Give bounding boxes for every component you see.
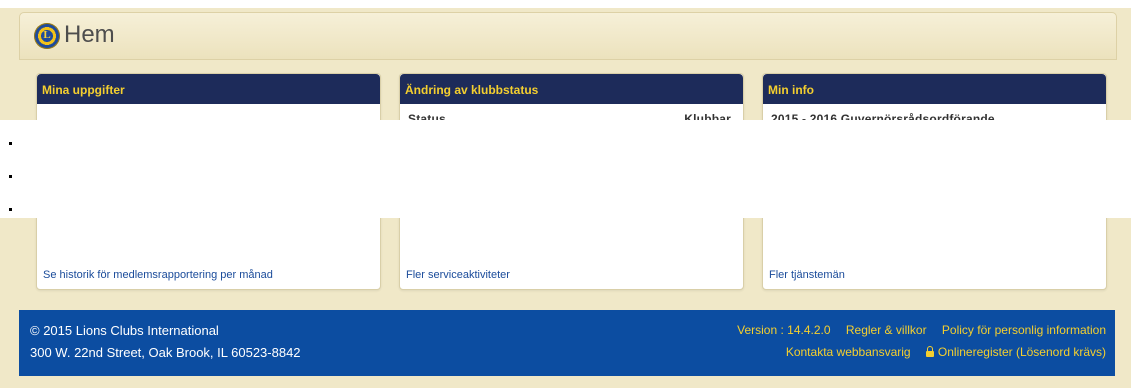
page: L Hem Mina uppgifter Se historik för med… [0, 0, 1131, 388]
more-officers-link[interactable]: Fler tjänstemän [769, 269, 845, 281]
panel-title: Min info [768, 83, 814, 97]
footer-links-row-2: Kontakta webbansvarig Onlineregister (Lö… [774, 345, 1106, 359]
member-report-history-link[interactable]: Se historik för medlemsrapportering per … [43, 269, 273, 281]
version-text: Version : 14.4.2.0 [737, 323, 831, 337]
address-text: 300 W. 22nd Street, Oak Brook, IL 60523-… [30, 345, 301, 360]
panel-header [763, 74, 1106, 104]
page-title: Hem [64, 21, 115, 48]
copyright-text: © 2015 Lions Clubs International [30, 323, 219, 338]
lock-icon [925, 346, 934, 357]
bullet-dot [9, 142, 12, 145]
bullet-dot [9, 175, 12, 178]
footer-links-row-1: Version : 14.4.2.0 Regler & villkor Poli… [725, 323, 1106, 337]
contact-webmaster-link[interactable]: Kontakta webbansvarig [786, 345, 911, 359]
panel-title: Mina uppgifter [42, 83, 125, 97]
bullet-dot [9, 208, 12, 211]
page-header: L Hem [19, 12, 1117, 60]
lions-logo-icon: L [34, 23, 60, 49]
online-registry-wrapper[interactable]: Onlineregister (Lösenord krävs) [925, 345, 1106, 359]
more-service-activities-link[interactable]: Fler serviceaktiviteter [406, 269, 510, 281]
footer: © 2015 Lions Clubs International 300 W. … [19, 310, 1115, 376]
privacy-policy-link[interactable]: Policy för personlig information [942, 323, 1106, 337]
online-registry-link[interactable]: Onlineregister (Lösenord krävs) [938, 345, 1106, 359]
panel-title: Ändring av klubbstatus [405, 83, 539, 97]
content-mask [0, 120, 1131, 218]
terms-link[interactable]: Regler & villkor [846, 323, 927, 337]
